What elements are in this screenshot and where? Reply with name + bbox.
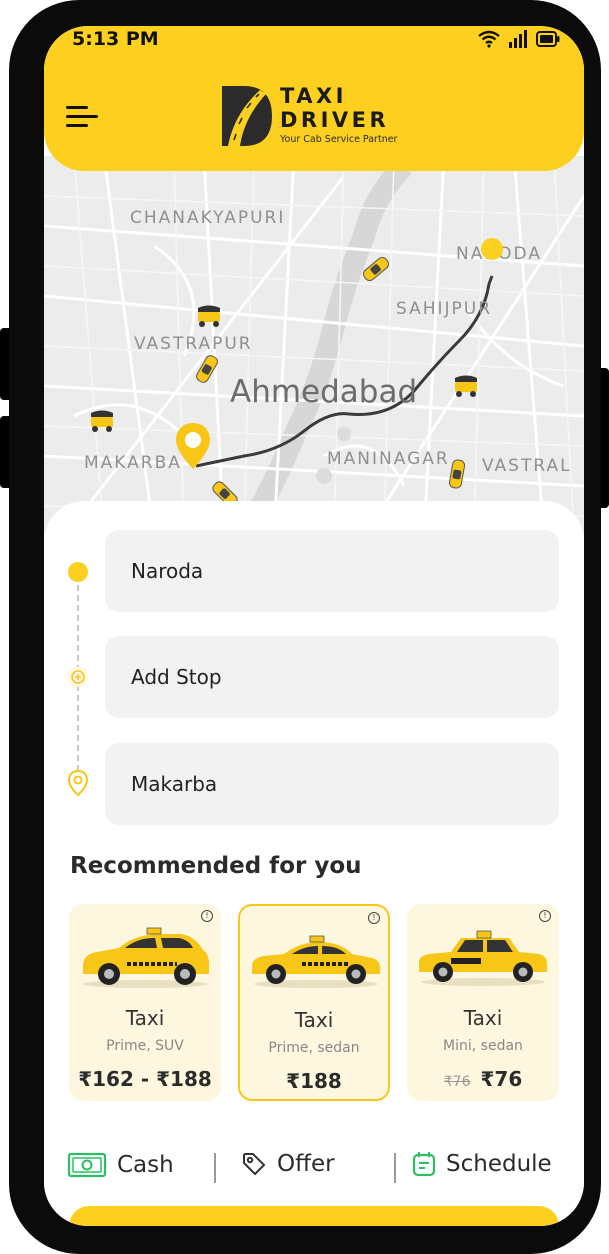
cash-icon <box>67 1152 107 1178</box>
route-map[interactable]: CHANAKYAPURI NARODA SAHIJPUR VASTRAPUR A… <box>44 156 584 536</box>
ride-card-type: Mini, sedan <box>443 1038 523 1054</box>
info-icon[interactable]: ! <box>368 912 380 924</box>
ride-card-price-value: ₹76 <box>480 1067 523 1091</box>
destination-pin-icon <box>67 769 89 797</box>
status-icons <box>478 30 560 48</box>
map-auto-rickshaw-icon <box>198 305 220 327</box>
pickup-field[interactable]: Naroda <box>105 530 559 612</box>
status-time: 5:13 PM <box>72 28 159 50</box>
ride-card-mini-sedan[interactable]: ! Taxi Mini, sedan ₹76 ₹76 <box>407 904 559 1101</box>
book-ride-button[interactable] <box>69 1206 559 1226</box>
booking-sheet: Naroda Add Stop Makarba Recommended for … <box>44 501 584 1226</box>
app-screen: 5:13 PM TAXI DRIVER Your Cab Service Par… <box>44 26 584 1226</box>
taxi-driver-logo-icon <box>222 86 272 146</box>
add-circle-icon[interactable] <box>67 666 89 688</box>
ride-card-price: ₹76 ₹76 <box>407 1067 559 1091</box>
ride-card-name: Taxi <box>463 1006 503 1030</box>
add-stop-field[interactable]: Add Stop <box>105 636 559 718</box>
ride-card-suv[interactable]: ! Taxi Prime, SUV ₹162 - ₹188 <box>69 904 221 1101</box>
tag-icon <box>243 1153 265 1175</box>
schedule-label: Schedule <box>446 1151 552 1177</box>
ride-card-name: Taxi <box>125 1006 165 1030</box>
offer-label: Offer <box>277 1151 335 1177</box>
map-label-city: Ahmedabad <box>230 374 418 410</box>
calendar-icon <box>412 1152 436 1177</box>
map-label-makarba: MAKARBA <box>84 453 182 473</box>
ride-card-price-value: ₹162 - ₹188 <box>78 1067 212 1091</box>
wifi-icon <box>478 30 500 48</box>
ride-card-price-value: ₹188 <box>286 1069 342 1093</box>
map-auto-rickshaw-icon <box>455 375 477 397</box>
map-label-maninagar: MANINAGAR <box>327 449 450 469</box>
ride-card-type: Prime, sedan <box>268 1040 360 1056</box>
offer-option[interactable]: Offer <box>241 1151 335 1177</box>
options-divider <box>394 1153 396 1183</box>
map-destination-pin-icon <box>176 423 210 469</box>
taxi-suv-icon <box>83 927 209 988</box>
options-divider <box>214 1153 216 1183</box>
recommended-title: Recommended for you <box>70 853 362 879</box>
ride-card-name: Taxi <box>294 1008 334 1032</box>
map-label-vastrapur: VASTRAPUR <box>134 334 253 354</box>
map-auto-rickshaw-icon <box>91 410 113 432</box>
map-pickup-dot <box>481 238 503 260</box>
pickup-dot-icon <box>68 562 88 582</box>
schedule-option[interactable]: Schedule <box>412 1151 552 1177</box>
ride-card-price: ₹162 - ₹188 <box>69 1067 221 1091</box>
ride-card-old-price: ₹76 <box>443 1074 471 1090</box>
info-icon[interactable]: ! <box>539 910 551 922</box>
destination-field[interactable]: Makarba <box>105 743 559 825</box>
payment-cash-option[interactable]: Cash <box>67 1151 174 1179</box>
logo-line-driver: DRIVER <box>280 108 390 132</box>
map-canvas <box>44 156 584 536</box>
taxi-mini-icon <box>419 930 547 986</box>
map-label-chanakyapuri: CHANAKYAPURI <box>130 208 286 228</box>
ride-card-price: ₹188 <box>240 1069 388 1093</box>
cash-label: Cash <box>117 1152 174 1178</box>
taxi-sedan-icon <box>252 935 380 988</box>
logo-line-taxi: TAXI <box>280 84 347 108</box>
app-header: 5:13 PM TAXI DRIVER Your Cab Service Par… <box>44 26 584 171</box>
signal-icon <box>509 30 527 48</box>
ride-card-prime-sedan[interactable]: ! Taxi Prime, sedan ₹188 <box>238 904 390 1101</box>
ride-card-type: Prime, SUV <box>106 1038 184 1054</box>
logo-title: TAXI DRIVER <box>280 84 389 132</box>
map-label-vastral: VASTRAL <box>482 456 572 476</box>
info-icon[interactable]: ! <box>201 910 213 922</box>
logo-tagline: Your Cab Service Partner <box>280 134 398 145</box>
phone-frame: 5:13 PM TAXI DRIVER Your Cab Service Par… <box>9 0 601 1254</box>
map-label-sahijpur: SAHIJPUR <box>396 299 493 319</box>
battery-icon <box>536 31 560 47</box>
menu-icon[interactable] <box>66 106 98 130</box>
